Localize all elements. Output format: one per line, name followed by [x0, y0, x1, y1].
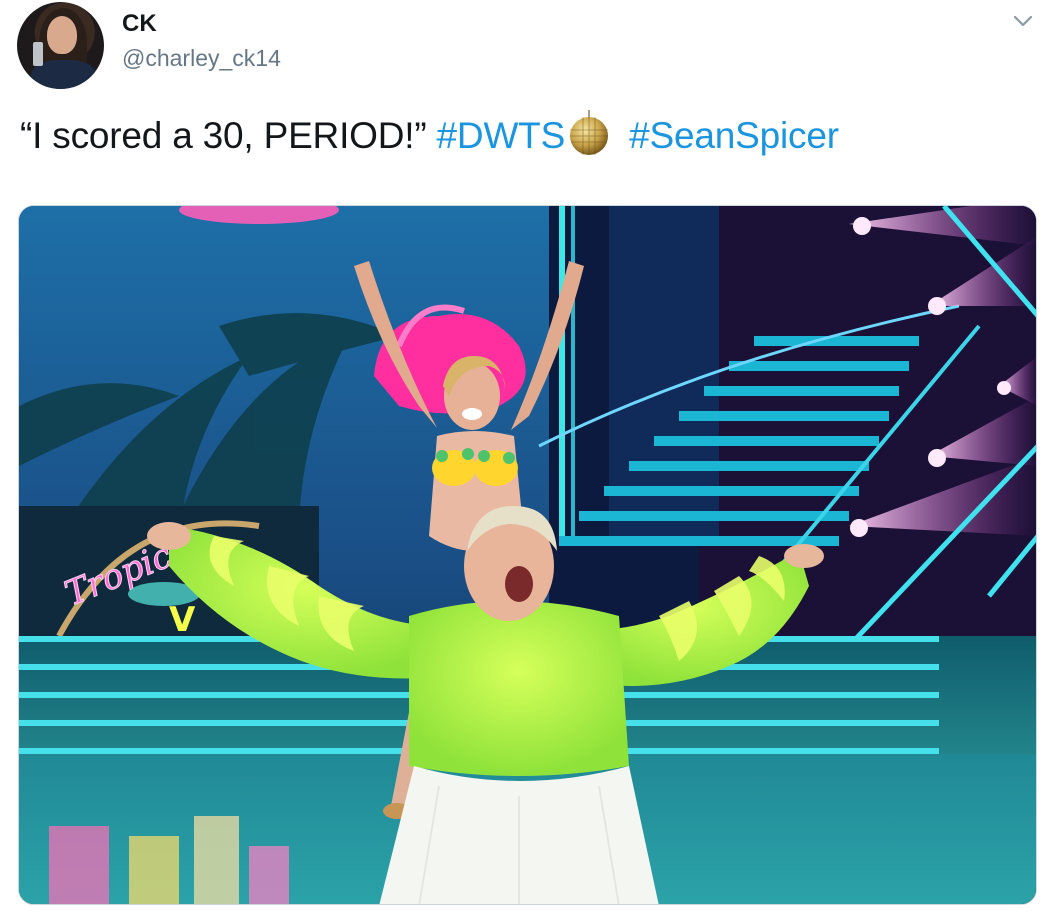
display-name[interactable]: CK [122, 10, 157, 38]
tweet-photo[interactable]: Tropica V [18, 205, 1037, 905]
tweet-quote-text: “I scored a 30, PERIOD!” [20, 115, 427, 156]
hashtag-seanspicer[interactable]: #SeanSpicer [629, 115, 839, 156]
svg-text:V: V [169, 600, 196, 640]
chevron-down-icon[interactable] [1012, 12, 1034, 30]
tweet-text: “I scored a 30, PERIOD!” #DWTS #SeanSpic… [20, 110, 839, 158]
avatar-glass [33, 42, 43, 66]
hashtag-dwts[interactable]: #DWTS [437, 115, 566, 156]
user-handle[interactable]: @charley_ck14 [122, 45, 281, 72]
mirror-ball-icon [565, 110, 613, 158]
avatar-face [47, 16, 77, 54]
tweet-card: CK @charley_ck14 “I scored a 30, PERIOD!… [0, 0, 1062, 922]
avatar[interactable] [17, 2, 104, 89]
photo-icon: Tropica V [19, 206, 1036, 904]
